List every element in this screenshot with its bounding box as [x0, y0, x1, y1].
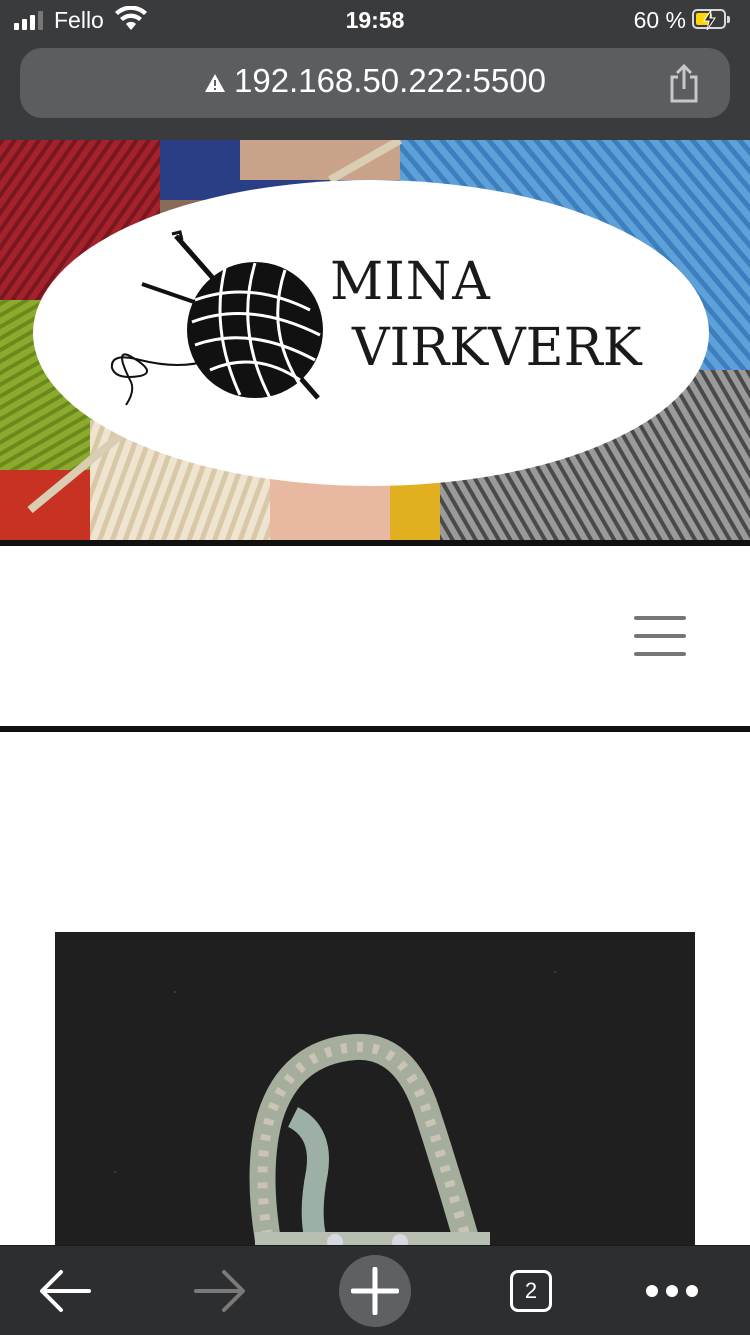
warning-triangle-icon	[205, 74, 225, 93]
more-menu-button[interactable]	[617, 1246, 727, 1335]
browser-chrome: Fello 19:58 60 % 192.168.50.222:5500	[0, 0, 750, 140]
arrow-left-icon	[40, 1269, 91, 1312]
url-text[interactable]: 192.168.50.222:5500	[234, 62, 546, 99]
more-dots-icon	[646, 1284, 698, 1297]
hamburger-menu-icon[interactable]	[634, 616, 686, 656]
forward-button[interactable]	[165, 1246, 275, 1335]
tabs-button[interactable]: 2	[476, 1246, 586, 1335]
header-banner: MINA VIRKVERK	[0, 140, 750, 540]
back-button[interactable]	[10, 1246, 120, 1335]
battery-charging-icon	[692, 9, 730, 30]
logo-title-line1: MINA	[330, 252, 491, 312]
battery-percent: 60 %	[633, 7, 686, 33]
browser-toolbar: 2	[0, 1245, 750, 1335]
tabs-count: 2	[510, 1269, 552, 1312]
logo-title-line2: VIRKVERK	[352, 318, 642, 378]
yarn-ball-crochet-hook-icon	[110, 230, 323, 406]
new-tab-button[interactable]	[320, 1246, 430, 1335]
arrow-right-icon	[194, 1269, 245, 1312]
product-image[interactable]	[55, 932, 695, 1252]
plus-icon	[351, 1266, 399, 1315]
nav-divider	[0, 726, 750, 732]
address-bar[interactable]: 192.168.50.222:5500	[20, 48, 730, 118]
crochet-bag-photo	[55, 932, 695, 1252]
share-icon[interactable]	[668, 63, 700, 103]
status-bar: Fello 19:58 60 %	[0, 0, 750, 42]
